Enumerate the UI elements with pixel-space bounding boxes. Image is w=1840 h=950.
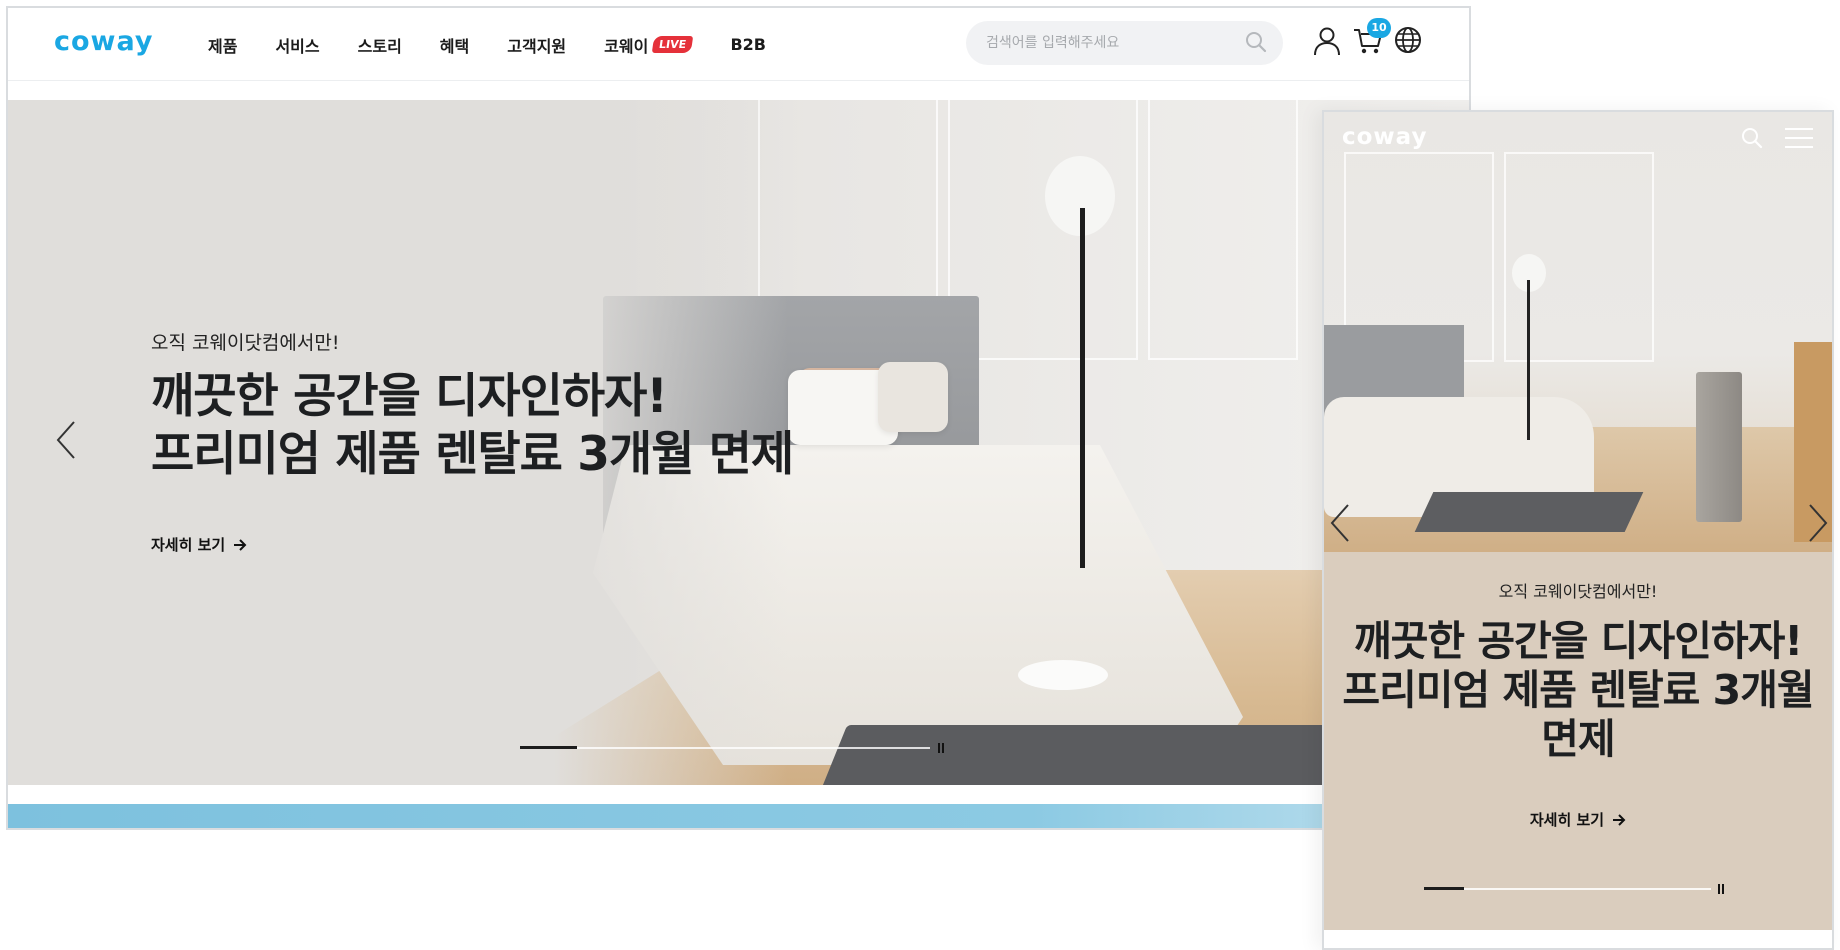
rug-image [808, 725, 1368, 785]
hero-subtitle: 오직 코웨이닷컴에서만! [1498, 582, 1658, 601]
live-badge: LIVE [652, 36, 694, 53]
hero-more-label: 자세히 보기 [151, 536, 226, 554]
floor-lamp-pole [1080, 208, 1085, 568]
mobile-view: coway 오직 코웨이닷컴에서만! 깨끗한 공간을 디자인하자! 프리미엄 제… [1322, 110, 1834, 950]
nav-label: 스토리 [357, 36, 402, 56]
hero-title: 깨끗한 공간을 디자인하자! 프리미엄 제품 렌탈료 3개월 면제 [1342, 617, 1814, 763]
slide-progress-fill [1424, 887, 1465, 890]
search-icon[interactable] [1245, 31, 1267, 57]
nav-label: 제품 [208, 36, 238, 56]
next-section-banner [8, 804, 1469, 828]
nav-label: 서비스 [275, 36, 320, 56]
floor-lamp-pole [1527, 280, 1530, 440]
pillow-image [878, 362, 948, 432]
nav-item-support[interactable]: 고객지원 [507, 33, 566, 57]
slide-progress-fill [520, 746, 578, 749]
hero-subtitle: 오직 코웨이닷컴에서만! [151, 332, 340, 354]
search-bar [966, 21, 1283, 65]
user-icon[interactable] [1313, 26, 1341, 60]
hero-more-link[interactable]: 자세히 보기 [1324, 809, 1832, 830]
nav-item-benefits[interactable]: 혜택 [440, 33, 469, 57]
coway-logo[interactable]: coway [1342, 124, 1428, 150]
arrow-right-icon [1613, 813, 1626, 826]
slide-progress-bar[interactable] [520, 746, 930, 749]
arrow-right-icon [234, 538, 247, 551]
rug-image [1414, 492, 1644, 532]
nav-item-story[interactable]: 스토리 [358, 33, 402, 57]
prev-slide-arrow-icon[interactable] [1330, 503, 1350, 547]
slippers-image [1018, 660, 1108, 690]
slide-progress-bar[interactable] [1424, 887, 1711, 890]
globe-icon[interactable] [1394, 26, 1422, 58]
pause-icon[interactable] [1718, 884, 1724, 894]
hamburger-menu-icon[interactable] [1784, 126, 1814, 154]
mobile-hero-image: coway [1324, 112, 1832, 552]
site-header: coway 제품 서비스 스토리 혜택 고객지원 코웨이LIVE B2B 10 [8, 8, 1469, 81]
hero-title: 깨끗한 공간을 디자인하자! 프리미엄 제품 렌탈료 3개월 면제 [151, 369, 794, 482]
cart-count-badge: 10 [1367, 18, 1391, 38]
wall-panel [1148, 100, 1298, 360]
nav-item-coway-live[interactable]: 코웨이 LIVE [604, 33, 694, 57]
cart-icon[interactable]: 10 [1353, 18, 1391, 60]
hero-banner: 오직 코웨이닷컴에서만! 깨끗한 공간을 디자인하자! 프리미엄 제품 렌탈료 … [8, 100, 1469, 785]
desktop-view: coway 제품 서비스 스토리 혜택 고객지원 코웨이LIVE B2B 10 [6, 6, 1471, 830]
nav-label: 고객지원 [507, 36, 567, 56]
coway-logo[interactable]: coway [54, 26, 154, 57]
nav-label: B2B [730, 35, 766, 54]
hero-more-label: 자세히 보기 [1529, 811, 1605, 829]
next-slide-arrow-icon[interactable] [1808, 503, 1828, 547]
search-input[interactable] [986, 31, 1226, 55]
pause-icon[interactable] [938, 743, 944, 753]
main-nav: 제품 서비스 스토리 혜택 고객지원 코웨이 LIVE B2B [208, 8, 804, 81]
search-icon[interactable] [1740, 126, 1764, 154]
hero-more-link[interactable]: 자세히 보기 [151, 534, 247, 555]
air-purifier-image [1696, 372, 1742, 522]
nav-item-b2b[interactable]: B2B [730, 35, 766, 54]
nav-label: 혜택 [439, 36, 470, 56]
nav-label: 코웨이 [604, 36, 649, 56]
nav-item-products[interactable]: 제품 [208, 33, 237, 57]
prev-slide-arrow-icon[interactable] [56, 420, 76, 464]
next-section-area [1324, 930, 1832, 948]
nav-item-services[interactable]: 서비스 [275, 33, 319, 57]
